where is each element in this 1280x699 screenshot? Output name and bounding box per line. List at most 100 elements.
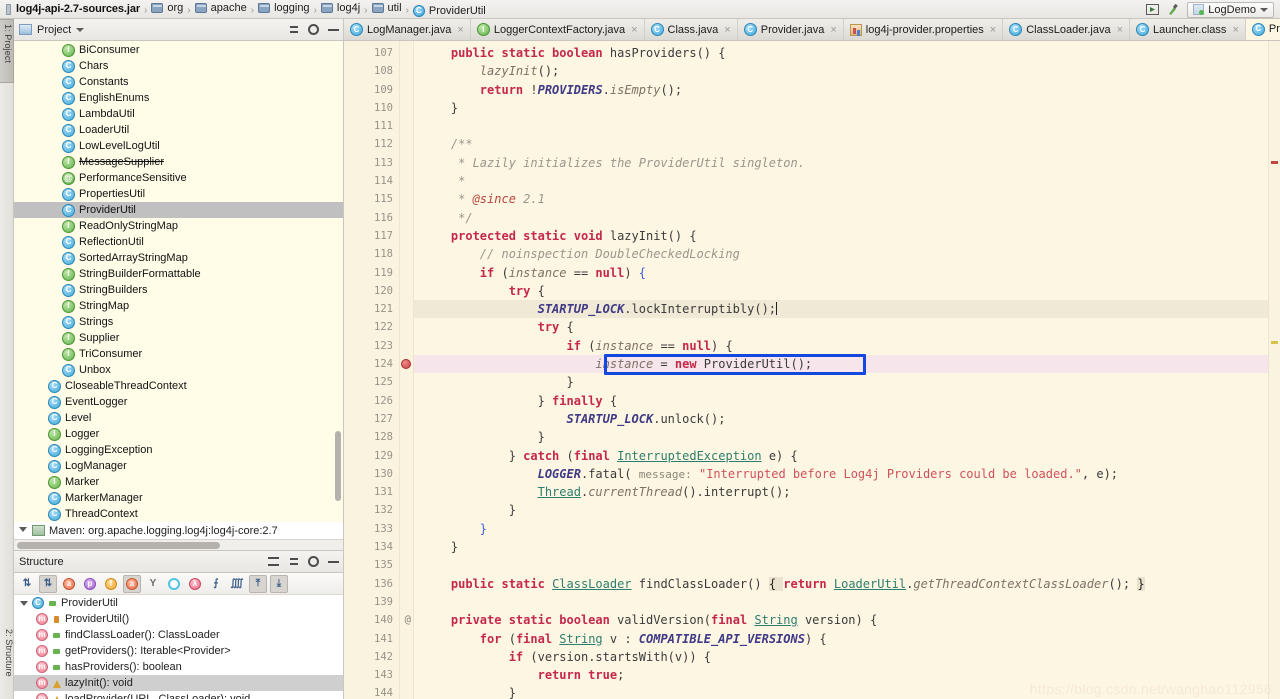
gutter-line-114[interactable]: 114 — [344, 172, 399, 190]
code-line-112[interactable]: /** — [414, 135, 1268, 153]
code-line-140[interactable]: private static boolean validVersion(fina… — [414, 611, 1268, 629]
gutter-line-121[interactable]: 121 — [344, 300, 399, 318]
chevron-down-icon[interactable] — [76, 27, 85, 32]
code-line-129[interactable]: } catch (final InterruptedException e) { — [414, 447, 1268, 465]
close-icon[interactable]: × — [631, 24, 637, 36]
autoscroll-from-source-button[interactable]: ⤓ — [270, 574, 288, 593]
gutter-line-125[interactable]: 125 — [344, 373, 399, 391]
editor-tab-provider-java[interactable]: C Provider.java × — [737, 19, 844, 40]
close-icon[interactable]: × — [990, 24, 996, 36]
close-icon[interactable]: × — [724, 24, 730, 36]
gutter-line-127[interactable]: 127 — [344, 410, 399, 428]
collapse-all-icon[interactable] — [288, 556, 299, 567]
gutter-line-142[interactable]: 142 — [344, 648, 399, 666]
structure-item-hasproviders[interactable]: m hasProviders(): boolean — [14, 659, 343, 675]
tree-item-strings[interactable]: C Strings — [14, 314, 343, 330]
rail-tab-structure[interactable]: 2: Structure — [0, 625, 14, 699]
code-line-126[interactable]: } finally { — [414, 392, 1268, 410]
expand-all-button[interactable]: ⨍ — [207, 575, 225, 593]
editor-tab-loggercontextfactory-java[interactable]: I LoggerContextFactory.java × — [470, 19, 645, 40]
tree-item-logmanager[interactable]: C LogManager — [14, 458, 343, 474]
editor-tab-providerutil-java[interactable]: CProviderUtil.java× — [1245, 19, 1280, 40]
code-line-128[interactable]: } — [414, 428, 1268, 446]
gutter-line-144[interactable]: 144 — [344, 684, 399, 699]
gutter-line-141[interactable]: 141 — [344, 630, 399, 648]
collapse-all-icon[interactable] — [288, 24, 299, 35]
code-line-139[interactable] — [414, 593, 1268, 611]
gutter-line-112[interactable]: 112 — [344, 135, 399, 153]
breadcrumb-item-providerutil[interactable]: C ProviderUtil — [412, 4, 486, 17]
tree-item-lowlevellogutil[interactable]: C LowLevelLogUtil — [14, 138, 343, 154]
gutter-line-136[interactable]: 136 — [344, 575, 399, 593]
code-line-111[interactable] — [414, 117, 1268, 135]
project-tree-hscrollbar[interactable] — [17, 542, 221, 549]
build-button[interactable] — [1166, 3, 1180, 16]
code-line-142[interactable]: if (version.startsWith(v)) { — [414, 648, 1268, 666]
close-icon[interactable]: × — [1232, 24, 1238, 36]
tree-item-marker[interactable]: I Marker — [14, 474, 343, 490]
structure-item-getproviders[interactable]: m getProviders(): Iterable<Provider> — [14, 643, 343, 659]
annotation-gutter-icon[interactable]: @ — [405, 611, 411, 629]
tree-item-closeablethreadcontext[interactable]: C CloseableThreadContext — [14, 378, 343, 394]
tree-item-propertiesutil[interactable]: C PropertiesUtil — [14, 186, 343, 202]
tree-item-markermanager[interactable]: C MarkerManager — [14, 490, 343, 506]
code-line-127[interactable]: STARTUP_LOCK.unlock(); — [414, 410, 1268, 428]
close-icon[interactable]: × — [830, 24, 836, 36]
code-line-132[interactable]: } — [414, 501, 1268, 519]
tree-item-messagesupplier[interactable]: I MessageSupplier — [14, 154, 343, 170]
editor-fold-column[interactable] — [400, 41, 414, 699]
code-line-109[interactable]: return !PROVIDERS.isEmpty(); — [414, 81, 1268, 99]
tree-item-providerutil[interactable]: C ProviderUtil — [14, 202, 343, 218]
editor-tab-classloader-java[interactable]: C ClassLoader.java × — [1003, 19, 1131, 40]
gutter-line-124[interactable]: 124 — [344, 355, 411, 373]
code-line-141[interactable]: for (final String v : COMPATIBLE_API_VER… — [414, 630, 1268, 648]
rail-tab-project[interactable]: 1: Project — [0, 19, 14, 83]
tree-item-triconsumer[interactable]: I TriConsumer — [14, 346, 343, 362]
structure-item-findclassloader[interactable]: m findClassLoader(): ClassLoader — [14, 627, 343, 643]
breadcrumb-item-org[interactable]: org — [151, 2, 183, 14]
gutter-line-115[interactable]: 115 — [344, 190, 399, 208]
show-inherited-button[interactable]: Y — [144, 575, 162, 593]
code-line-118[interactable]: // noinspection DoubleCheckedLocking — [414, 245, 1268, 263]
stripe-marker-breakpoint[interactable] — [1271, 161, 1278, 164]
run-configuration-selector[interactable]: LogDemo — [1187, 1, 1274, 18]
tree-item-performancesensitive[interactable]: @ PerformanceSensitive — [14, 170, 343, 186]
gutter-line-143[interactable]: 143 — [344, 666, 399, 684]
tree-item-stringmap[interactable]: I StringMap — [14, 298, 343, 314]
code-line-144[interactable]: } — [414, 684, 1268, 699]
gutter-line-139[interactable]: 139 — [344, 593, 399, 611]
gutter-line-108[interactable]: 108 — [344, 62, 399, 80]
tree-item-stringbuilderformattable[interactable]: I StringBuilderFormattable — [14, 266, 343, 282]
gear-icon[interactable] — [308, 556, 319, 567]
project-tree-scrollbar[interactable] — [335, 431, 341, 501]
gutter-line-110[interactable]: 110 — [344, 99, 399, 117]
code-line-117[interactable]: protected static void lazyInit() { — [414, 227, 1268, 245]
tree-item-supplier[interactable]: I Supplier — [14, 330, 343, 346]
editor-tab-class-java[interactable]: C Class.java × — [644, 19, 738, 40]
code-line-136[interactable]: public static ClassLoader findClassLoade… — [414, 575, 1268, 593]
sort-alphabetically-button[interactable]: ⇅ — [39, 574, 57, 593]
editor-tab-log4j-provider-properties[interactable]: log4j-provider.properties × — [843, 19, 1004, 40]
gutter-line-133[interactable]: 133 — [344, 520, 399, 538]
gutter-line-111[interactable]: 111 — [344, 117, 399, 135]
gutter-line-120[interactable]: 120 — [344, 282, 399, 300]
tree-item-englishenums[interactable]: C EnglishEnums — [14, 90, 343, 106]
gutter-line-113[interactable]: 113 — [344, 154, 399, 172]
breadcrumb-item-util[interactable]: util — [371, 2, 402, 14]
gutter-line-132[interactable]: 132 — [344, 501, 399, 519]
show-lambdas-button[interactable]: λ — [186, 575, 204, 593]
breadcrumb-item-apache[interactable]: apache — [194, 2, 247, 14]
code-line-116[interactable]: */ — [414, 209, 1268, 227]
project-panel-title[interactable]: Project — [37, 24, 71, 36]
structure-item-loadprovider[interactable]: m loadProvider(URL, ClassLoader): void — [14, 691, 343, 699]
gutter-line-129[interactable]: 129 — [344, 447, 399, 465]
tree-item-unbox[interactable]: C Unbox — [14, 362, 343, 378]
sort-by-visibility-button[interactable]: ⇅ — [18, 575, 36, 593]
tree-item-chars[interactable]: C Chars — [14, 58, 343, 74]
gutter-line-140[interactable]: 140 @ — [344, 611, 411, 629]
minimize-icon[interactable] — [328, 28, 339, 31]
gutter-line-117[interactable]: 117 — [344, 227, 399, 245]
tree-item-biconsumer[interactable]: I BiConsumer — [14, 42, 343, 58]
code-line-125[interactable]: } — [414, 373, 1268, 391]
code-line-130[interactable]: LOGGER.fatal( message: "Interrupted befo… — [414, 465, 1268, 483]
